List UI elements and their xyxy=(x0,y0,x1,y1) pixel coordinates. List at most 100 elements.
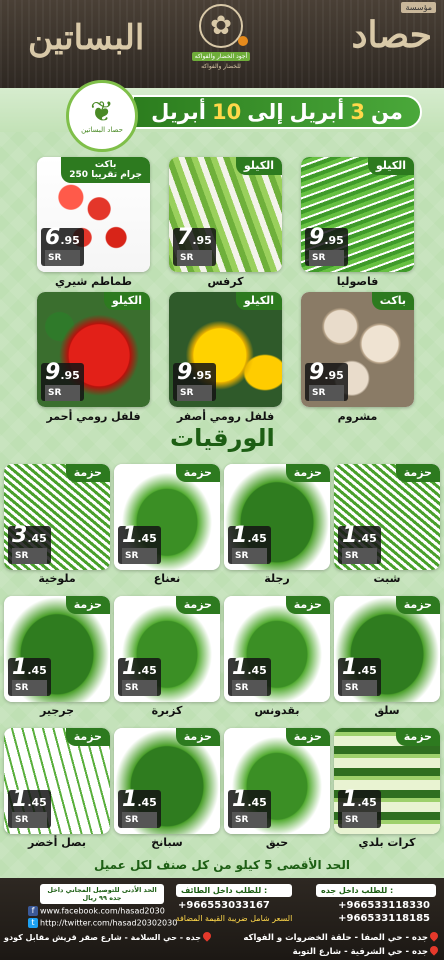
location-pin-icon xyxy=(201,930,213,942)
leafy-product-name: رجلة xyxy=(264,572,290,585)
brand-name-left: البساتين xyxy=(28,18,145,58)
product-name: فاصوليا xyxy=(336,275,379,288)
leafy-product-name: جرجير xyxy=(39,704,75,717)
unit-badge: حزمة xyxy=(175,464,220,482)
leafy-product-card[interactable]: حزمة 1.45 SR xyxy=(114,728,220,834)
unit-badge: حزمة xyxy=(175,596,220,614)
product-card[interactable]: باكت 9.95 SR xyxy=(301,292,414,407)
price-tag: 6.95 SR xyxy=(41,227,84,266)
unit-badge: الكيلو xyxy=(367,157,414,175)
limit-note: الحد الأقصى 5 كيلو من كل صنف لكل عميل xyxy=(94,858,350,872)
unit-badge: حزمة xyxy=(395,464,440,482)
product-name: طماطم شيري xyxy=(55,275,132,288)
unit-badge: حزمة xyxy=(285,596,330,614)
product-name: فلفل رومي أصفر xyxy=(176,410,275,423)
product-card[interactable]: الكيلو 9.95 SR xyxy=(37,292,150,407)
from-day: 3 xyxy=(350,100,365,124)
vat-note: السعر شامل ضريبة القيمة المضافة xyxy=(175,914,293,923)
leafy-product-card[interactable]: حزمة 1.45 SR xyxy=(114,596,220,702)
unit-badge: حزمة xyxy=(285,728,330,746)
price-tag: 1.45 SR xyxy=(338,657,381,696)
unit-badge: حزمة xyxy=(285,464,330,482)
leafy-product-name: حبق xyxy=(265,836,289,849)
leafy-product-card[interactable]: حزمة 1.45 SR xyxy=(114,464,220,570)
price-tag: 1.45 SR xyxy=(228,657,271,696)
product-card[interactable]: الكيلو 7.95 SR xyxy=(169,157,282,272)
header-banner: مؤسسة حصاد البساتين ✿ أجود الخضار والفوا… xyxy=(0,0,444,88)
leafy-product-name: كرات بلدي xyxy=(358,836,416,849)
leafy-product-name: شبت xyxy=(373,572,401,585)
leafy-product-card[interactable]: حزمة 1.45 SR xyxy=(334,596,440,702)
footer: للطلب داخل جده : +966533118330 +96653311… xyxy=(0,878,444,960)
circle-logo-text: حصاد البساتين xyxy=(81,126,123,134)
unit-badge: الكيلو xyxy=(103,292,150,310)
leafy-product-name: نعناع xyxy=(153,572,181,585)
leafy-product-name: سبانخ xyxy=(151,836,183,849)
taif-label: للطلب داخل الطائف : xyxy=(176,884,292,897)
unit-badge: حزمة xyxy=(395,596,440,614)
unit-badge: حزمة xyxy=(65,596,110,614)
product-card[interactable]: الكيلو 9.95 SR xyxy=(301,157,414,272)
brand-logo: ✿ أجود الخضار والفواكه للخضار والفواكه xyxy=(186,4,256,82)
location-pin-icon xyxy=(428,930,440,942)
unit-badge: الكيلو xyxy=(235,292,282,310)
tree-icon: ❦ xyxy=(90,95,114,128)
leafy-product-card[interactable]: حزمة 1.45 SR xyxy=(4,596,110,702)
unit-badge: باكت xyxy=(371,292,414,310)
facebook-link[interactable]: f www.facebook.com/hasad2030 xyxy=(28,906,165,916)
address-3: جده - حي الشرفية - شارع التوبة xyxy=(293,944,440,957)
leafy-product-name: ملوخية xyxy=(38,572,76,585)
leafy-product-name: كزبرة xyxy=(151,704,183,717)
to-month: أبريل xyxy=(151,100,206,124)
offer-dates: من 3 أبريل إلى 10 أبريل xyxy=(132,95,422,129)
from-word: من xyxy=(370,100,403,124)
product-name: فلفل رومي أحمر xyxy=(46,410,141,423)
from-month: أبريل xyxy=(289,100,345,124)
jeddah-phone-2[interactable]: +966533118185 xyxy=(338,913,430,924)
product-card[interactable]: باكت 250 جرام تقريبا 6.95 SR xyxy=(37,157,150,272)
price-tag: 1.45 SR xyxy=(118,657,161,696)
price-tag: 1.45 SR xyxy=(118,789,161,828)
establishment-badge: مؤسسة xyxy=(401,2,436,13)
address-1: جده - حي الصفا - حلقة الخضروات و الفواكه xyxy=(243,930,440,943)
product-card[interactable]: الكيلو 9.95 SR xyxy=(169,292,282,407)
circle-logo: ❦ حصاد البساتين xyxy=(66,80,138,152)
unit-badge: حزمة xyxy=(395,728,440,746)
price-tag: 9.95 SR xyxy=(305,362,348,401)
price-tag: 1.45 SR xyxy=(338,525,381,564)
jeddah-phone-1[interactable]: +966533118330 xyxy=(338,900,430,911)
price-tag: 1.45 SR xyxy=(338,789,381,828)
price-tag: 1.45 SR xyxy=(8,657,51,696)
address-2: جده - حي السلامة - شارع صقر قريش مقابل ك… xyxy=(4,930,213,942)
leafy-product-card[interactable]: حزمة 1.45 SR xyxy=(334,728,440,834)
leafy-product-card[interactable]: حزمة 1.45 SR xyxy=(224,728,330,834)
price-tag: 9.95 SR xyxy=(173,362,216,401)
leafy-product-name: سلق xyxy=(374,704,400,717)
tree-icon: ✿ xyxy=(199,4,243,48)
twitter-link[interactable]: t http://twitter.com/hasad20302030 xyxy=(28,918,177,928)
facebook-icon: f xyxy=(28,906,38,916)
taif-phone[interactable]: +966553033167 xyxy=(178,900,270,911)
leafy-product-card[interactable]: حزمة 1.45 SR xyxy=(224,596,330,702)
unit-badge: باكت 250 جرام تقريبا xyxy=(61,157,150,183)
twitter-icon: t xyxy=(28,918,38,928)
unit-badge: حزمة xyxy=(175,728,220,746)
leafy-product-card[interactable]: حزمة 1.45 SR xyxy=(334,464,440,570)
price-tag: 9.95 SR xyxy=(41,362,84,401)
location-pin-icon xyxy=(428,944,440,956)
leafy-product-name: بقدونس xyxy=(254,704,300,717)
leafy-product-card[interactable]: حزمة 3.45 SR xyxy=(4,464,110,570)
to-day: 10 xyxy=(211,100,242,124)
leafy-product-card[interactable]: حزمة 1.45 SR xyxy=(4,728,110,834)
logo-subtagline: للخضار والفواكه xyxy=(201,63,241,70)
price-tag: 1.45 SR xyxy=(8,789,51,828)
leafy-product-card[interactable]: حزمة 1.45 SR xyxy=(224,464,330,570)
price-tag: 9.95 SR xyxy=(305,227,348,266)
brand-name-right: حصاد xyxy=(351,14,433,56)
unit-badge: حزمة xyxy=(65,728,110,746)
unit-badge: الكيلو xyxy=(235,157,282,175)
product-name: مشروم xyxy=(337,410,378,423)
logo-tagline: أجود الخضار والفواكه xyxy=(191,52,251,61)
price-tag: 7.95 SR xyxy=(173,227,216,266)
apple-icon xyxy=(238,36,248,46)
